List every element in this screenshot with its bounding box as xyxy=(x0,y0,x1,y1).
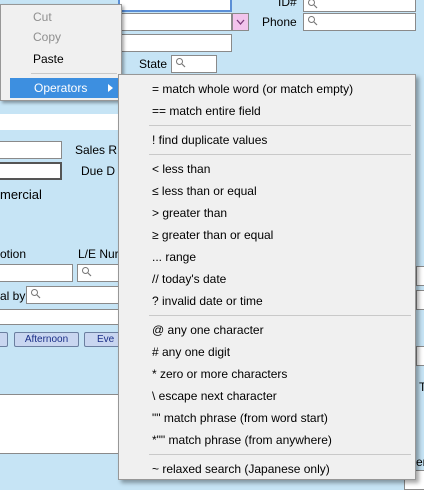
id-search-field[interactable] xyxy=(303,0,416,12)
by-search-field[interactable] xyxy=(26,286,122,304)
right-strip-field-3 xyxy=(416,346,424,366)
le-search-field[interactable] xyxy=(77,264,122,282)
operator-greater-than[interactable]: > greater than xyxy=(152,206,227,220)
search-icon xyxy=(308,16,318,26)
operator-separator xyxy=(149,315,411,316)
search-icon xyxy=(176,58,186,68)
state-label: State xyxy=(139,57,168,71)
menu-item-cut[interactable]: Cut xyxy=(33,10,52,24)
afternoon-button[interactable]: Afternoon xyxy=(14,332,79,347)
operator-find-duplicates[interactable]: ! find duplicate values xyxy=(152,133,267,147)
operator-any-one-digit[interactable]: # any one digit xyxy=(152,345,230,359)
wide-field[interactable] xyxy=(0,309,122,325)
context-menu: Cut Copy Paste Operators xyxy=(0,4,122,101)
chevron-down-icon xyxy=(236,19,245,25)
search-icon xyxy=(31,289,41,299)
operator-match-whole-word[interactable]: = match whole word (or match empty) xyxy=(152,82,353,96)
operator-match-entire-field[interactable]: == match entire field xyxy=(152,104,261,118)
operator-phrase-word-start[interactable]: "" match phrase (from word start) xyxy=(152,411,328,425)
menu-item-operators[interactable]: Operators xyxy=(10,78,121,98)
operator-zero-or-more[interactable]: * zero or more characters xyxy=(152,367,287,381)
operator-escape-next[interactable]: \ escape next character xyxy=(152,389,277,403)
menu-item-copy[interactable]: Copy xyxy=(33,30,61,44)
operator-greater-or-equal[interactable]: ≥ greater than or equal xyxy=(152,228,273,242)
operator-separator xyxy=(149,154,411,155)
right-strip-field-2 xyxy=(416,290,424,310)
t-label: T xyxy=(419,380,424,394)
operator-separator xyxy=(149,454,411,455)
phone-label: Phone xyxy=(262,15,297,29)
top-field-focused[interactable] xyxy=(118,0,232,12)
sales-label: Sales R xyxy=(75,143,118,157)
commercial-text: mercial xyxy=(0,187,42,202)
due-label: Due D xyxy=(81,164,116,178)
state-search-field[interactable] xyxy=(171,55,217,73)
left-field-2[interactable] xyxy=(0,162,62,180)
operator-less-or-equal[interactable]: ≤ less than or equal xyxy=(152,184,257,198)
search-icon xyxy=(82,267,92,277)
operator-invalid-date[interactable]: ? invalid date or time xyxy=(152,294,263,308)
morning-button-partial[interactable] xyxy=(0,332,8,347)
operators-submenu: = match whole word (or match empty) == m… xyxy=(118,74,416,480)
phone-search-field[interactable] xyxy=(303,13,416,31)
operator-any-one-character[interactable]: @ any one character xyxy=(152,323,264,337)
dropdown-button[interactable] xyxy=(232,13,249,31)
submenu-arrow-icon xyxy=(108,84,113,92)
right-strip-field-1 xyxy=(416,266,424,286)
operator-phrase-anywhere[interactable]: *"" match phrase (from anywhere) xyxy=(152,433,332,447)
left-field-1[interactable] xyxy=(0,141,62,159)
option-label: otion xyxy=(0,247,27,261)
operator-relaxed-search[interactable]: ~ relaxed search (Japanese only) xyxy=(152,462,330,476)
operator-less-than[interactable]: < less than xyxy=(152,162,210,176)
menu-separator xyxy=(31,73,117,74)
search-icon xyxy=(308,0,318,9)
operator-separator xyxy=(149,125,411,126)
option-field[interactable] xyxy=(0,264,73,282)
er-label: er xyxy=(416,455,424,469)
le-num-label: L/E Nur xyxy=(78,247,119,261)
id-label: ID# xyxy=(278,0,297,9)
left-white-band xyxy=(0,114,118,130)
address-field[interactable] xyxy=(118,34,232,52)
operator-range[interactable]: ... range xyxy=(152,250,196,264)
by-label: al by xyxy=(0,289,26,303)
evening-button[interactable]: Eve xyxy=(84,332,122,347)
dropdown-field[interactable] xyxy=(118,13,232,31)
notes-area[interactable] xyxy=(0,394,122,454)
menu-item-paste[interactable]: Paste xyxy=(33,52,64,66)
operator-todays-date[interactable]: // today's date xyxy=(152,272,226,286)
menu-item-operators-label: Operators xyxy=(34,81,88,95)
